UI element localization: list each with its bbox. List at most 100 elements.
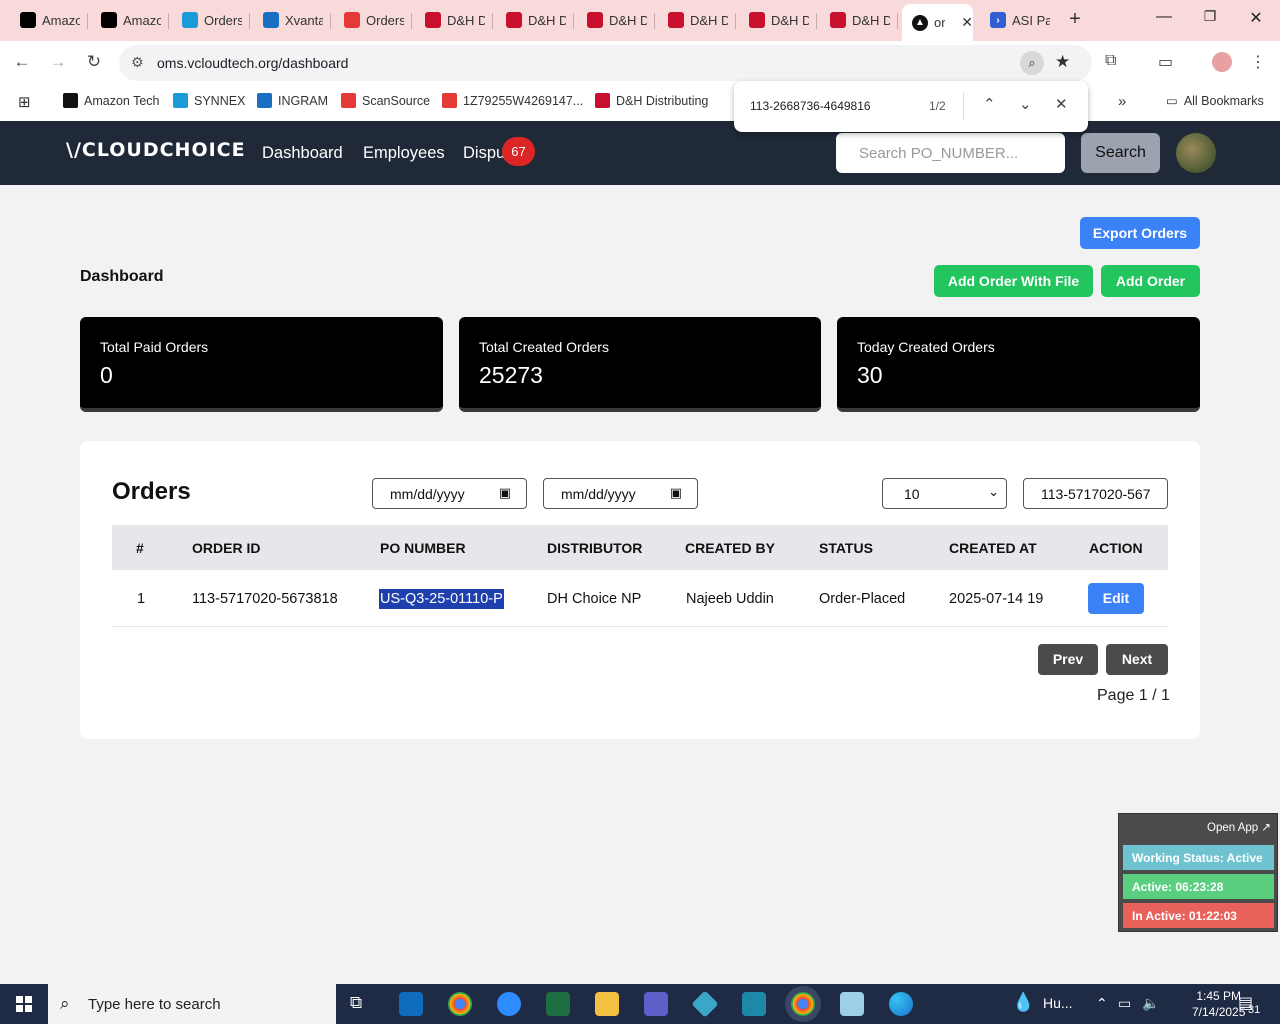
- minimize-icon[interactable]: —: [1154, 8, 1174, 26]
- active-time: Active: 06:23:28: [1123, 874, 1274, 899]
- network-icon[interactable]: ▭: [1118, 995, 1131, 1012]
- search-button[interactable]: Search: [1081, 133, 1160, 173]
- profile-avatar[interactable]: [1212, 52, 1232, 72]
- browser-tab[interactable]: Amazo: [10, 5, 88, 35]
- stat-value: 30: [857, 362, 883, 388]
- find-input[interactable]: 113-2668736-4649816: [750, 99, 871, 113]
- outlook-icon[interactable]: [399, 992, 423, 1016]
- url-text[interactable]: oms.vcloudtech.org/dashboard: [157, 55, 348, 71]
- bookmark-item[interactable]: INGRAM: [257, 93, 328, 108]
- restore-icon[interactable]: ❐: [1200, 8, 1220, 25]
- teams-icon[interactable]: [644, 992, 668, 1016]
- bookmark-label: D&H Distributing: [616, 93, 709, 108]
- browser-tab-bar: Amazo Amazo Orders Xvanta Orders D&H D D&H D D&…: [0, 0, 1280, 41]
- add-order-with-file-button[interactable]: Add Order With File: [934, 265, 1093, 297]
- edit-button[interactable]: Edit: [1088, 583, 1144, 614]
- tab-separator: [249, 13, 250, 29]
- search-icon: ⌕: [60, 994, 70, 1013]
- browser-tab[interactable]: Xvanta: [253, 5, 331, 35]
- volume-icon[interactable]: 🔈: [1142, 995, 1159, 1012]
- site-info-icon[interactable]: ⚙: [131, 54, 144, 71]
- tab-active[interactable]: ▲ or ✕: [902, 4, 973, 41]
- bookmark-star-icon[interactable]: ★: [1055, 52, 1070, 72]
- close-tab-icon[interactable]: ✕: [961, 14, 973, 31]
- bookmark-label: SYNNEX: [194, 93, 246, 108]
- stat-label: Total Paid Orders: [100, 339, 209, 355]
- browser-tab[interactable]: Orders: [334, 5, 412, 35]
- extensions-icon[interactable]: ⧉: [1105, 52, 1116, 70]
- page-size-select[interactable]: 10 ⌄: [882, 478, 1007, 509]
- find-close-icon[interactable]: ✕: [1055, 95, 1068, 113]
- nav-employees[interactable]: Employees: [363, 144, 445, 163]
- more-bookmarks-icon[interactable]: »: [1118, 93, 1126, 110]
- taskbar-search[interactable]: ⌕ Type here to search: [48, 984, 336, 1024]
- excel-icon[interactable]: [546, 992, 570, 1016]
- date-to-input[interactable]: mm/dd/yyyy ▣: [543, 478, 698, 509]
- calendar-icon[interactable]: ▣: [670, 485, 682, 501]
- bookmark-item[interactable]: SYNNEX: [173, 93, 245, 108]
- window-close-icon[interactable]: ✕: [1246, 8, 1266, 28]
- address-bar[interactable]: ⚙ oms.vcloudtech.org/dashboard ⌕ ★: [119, 45, 1092, 81]
- prev-button[interactable]: Prev: [1038, 644, 1098, 675]
- weather-text[interactable]: Hu...: [1043, 995, 1073, 1011]
- browser-tab[interactable]: Amazo: [91, 5, 169, 35]
- bookmark-item[interactable]: Amazon Tech: [63, 93, 160, 108]
- notepad-icon[interactable]: [840, 992, 864, 1016]
- browser-tab[interactable]: D&H D: [658, 5, 736, 35]
- apps-grid-icon[interactable]: ⊞: [18, 93, 31, 111]
- tab-separator: [573, 13, 574, 29]
- cast-icon[interactable]: ▭: [1158, 52, 1173, 72]
- start-icon[interactable]: [16, 996, 32, 1012]
- browser-tab[interactable]: Orders: [172, 5, 250, 35]
- po-search-input[interactable]: [836, 133, 1065, 173]
- add-order-button[interactable]: Add Order: [1101, 265, 1200, 297]
- app-s-icon[interactable]: [742, 992, 766, 1016]
- asi-icon: ›: [990, 12, 1006, 28]
- browser-tab[interactable]: D&H D: [496, 5, 574, 35]
- app-logo[interactable]: \/CLOUDCHOICE: [66, 139, 246, 161]
- bookmark-label: ScanSource: [362, 93, 431, 108]
- browser-tab[interactable]: D&H D: [820, 5, 898, 35]
- zoom-icon[interactable]: [497, 992, 521, 1016]
- bookmark-item[interactable]: 1Z79255W4269147...: [442, 93, 583, 108]
- forward-icon[interactable]: →: [47, 52, 69, 72]
- calendar-icon[interactable]: ▣: [499, 485, 511, 501]
- find-next-icon[interactable]: ⌄: [1019, 95, 1032, 113]
- tab-asi[interactable]: › ASI Pa: [980, 5, 1060, 35]
- bookmark-item[interactable]: ScanSource: [341, 93, 430, 108]
- export-orders-button[interactable]: Export Orders: [1080, 217, 1200, 249]
- nav-disputes[interactable]: Dispu: [463, 144, 505, 163]
- dh-icon: [425, 12, 441, 28]
- nav-dashboard[interactable]: Dashboard: [262, 144, 343, 163]
- date-from-value: mm/dd/yyyy: [390, 486, 465, 502]
- back-icon[interactable]: ←: [11, 52, 33, 72]
- edge-icon[interactable]: [889, 992, 913, 1016]
- page-info: Page 1 / 1: [1097, 687, 1170, 704]
- page-title: Dashboard: [80, 268, 164, 285]
- find-icon[interactable]: ⌕: [1020, 51, 1044, 75]
- chrome-icon[interactable]: [448, 992, 472, 1016]
- reload-icon[interactable]: ↻: [83, 52, 105, 72]
- open-app-link[interactable]: Open App ↗: [1207, 820, 1271, 834]
- tab-separator: [816, 13, 817, 29]
- tray-chevron-icon[interactable]: ⌃: [1096, 995, 1108, 1012]
- bookmark-item[interactable]: D&H Distributing: [595, 93, 708, 108]
- next-button[interactable]: Next: [1106, 644, 1168, 675]
- dh-icon: [749, 12, 765, 28]
- date-from-input[interactable]: mm/dd/yyyy ▣: [372, 478, 527, 509]
- menu-icon[interactable]: ⋮: [1250, 52, 1266, 72]
- all-bookmarks[interactable]: ▭ All Bookmarks: [1166, 93, 1264, 109]
- browser-tab[interactable]: D&H D: [739, 5, 817, 35]
- user-avatar[interactable]: [1176, 133, 1216, 173]
- order-filter-input[interactable]: 113-5717020-567: [1023, 478, 1168, 509]
- app-diamond-icon[interactable]: [691, 990, 719, 1018]
- chrome-active-icon[interactable]: [791, 992, 815, 1016]
- new-tab-icon[interactable]: +: [1064, 8, 1086, 31]
- weather-icon[interactable]: 💧: [1012, 992, 1034, 1013]
- file-explorer-icon[interactable]: [595, 992, 619, 1016]
- task-view-icon[interactable]: ⧉: [350, 993, 362, 1013]
- tab-separator: [411, 13, 412, 29]
- find-prev-icon[interactable]: ⌃: [983, 95, 996, 113]
- browser-tab[interactable]: D&H D: [577, 5, 655, 35]
- browser-tab[interactable]: D&H D: [415, 5, 493, 35]
